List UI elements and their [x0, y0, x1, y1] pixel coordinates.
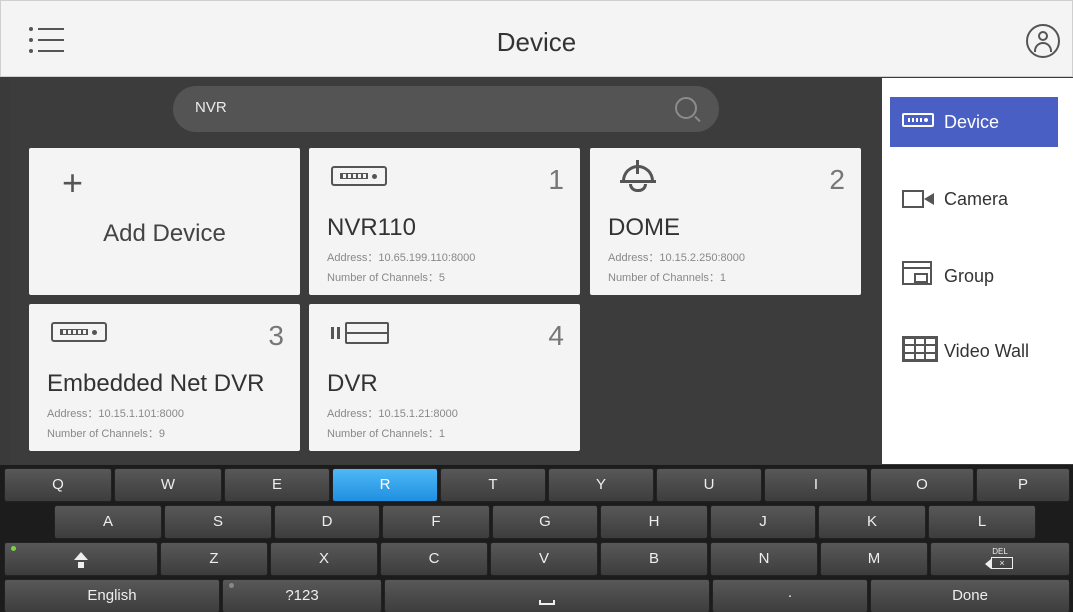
search-bar[interactable]: NVR: [173, 86, 719, 132]
device-channels: Number of Channels：1: [608, 272, 727, 284]
plus-icon: +: [62, 162, 84, 203]
key-z[interactable]: Z: [160, 542, 268, 576]
search-icon[interactable]: [675, 97, 697, 119]
sidebar-item-label: Video Wall: [944, 341, 1030, 361]
delete-key[interactable]: DEL ×: [930, 542, 1070, 576]
symbols-key[interactable]: ?123: [222, 579, 382, 612]
page-title: Device: [496, 27, 577, 57]
shift-key[interactable]: [4, 542, 158, 576]
recorder-icon: [331, 166, 387, 186]
dvr-icon: [331, 322, 391, 344]
sidebar-item-device[interactable]: Device: [890, 97, 1058, 147]
on-screen-keyboard: Q W E R T Y U I O P A S D F G H J K L Z …: [0, 465, 1073, 612]
device-index: 1: [548, 164, 564, 195]
recorder-icon: [51, 322, 107, 342]
key-v[interactable]: V: [490, 542, 598, 576]
device-icon: [902, 113, 934, 127]
key-m[interactable]: M: [820, 542, 928, 576]
key-a[interactable]: A: [54, 505, 162, 539]
space-icon: [539, 599, 555, 605]
group-icon: [902, 261, 936, 287]
space-key[interactable]: [384, 579, 710, 612]
device-card[interactable]: 2 DOME Address：10.15.2.250:8000 Number o…: [590, 148, 861, 295]
device-channels: Number of Channels：5: [327, 272, 446, 284]
device-address: Address：10.65.199.110:8000: [327, 252, 476, 264]
device-index: 4: [548, 320, 564, 351]
key-u[interactable]: U: [656, 468, 762, 502]
key-x[interactable]: X: [270, 542, 378, 576]
device-channels: Number of Channels：1: [327, 428, 446, 440]
video-wall-icon: [902, 336, 938, 362]
sidebar-item-group[interactable]: Group: [890, 251, 1058, 301]
device-card[interactable]: 1 NVR110 Address：10.65.199.110:8000 Numb…: [309, 148, 580, 295]
shift-indicator-icon: [11, 546, 16, 551]
key-d[interactable]: D: [274, 505, 380, 539]
user-icon[interactable]: [1026, 24, 1060, 58]
key-r[interactable]: R: [332, 468, 438, 502]
device-list-area: NVR + Add Device 1 NVR110 Address：10.65.…: [10, 78, 882, 464]
device-name: DVR: [327, 370, 378, 397]
sidebar: Device Camera Group Video Wall: [882, 78, 1073, 464]
key-f[interactable]: F: [382, 505, 490, 539]
shift-icon: [74, 552, 88, 561]
key-c[interactable]: C: [380, 542, 488, 576]
device-address: Address：10.15.1.101:8000: [47, 408, 184, 420]
key-b[interactable]: B: [600, 542, 708, 576]
key-l[interactable]: L: [928, 505, 1036, 539]
key-t[interactable]: T: [440, 468, 546, 502]
device-channels: Number of Channels：9: [47, 428, 166, 440]
key-y[interactable]: Y: [548, 468, 654, 502]
key-k[interactable]: K: [818, 505, 926, 539]
add-device-label: Add Device: [103, 220, 226, 247]
key-i[interactable]: I: [764, 468, 868, 502]
sidebar-item-camera[interactable]: Camera: [890, 174, 1058, 224]
device-address: Address：10.15.2.250:8000: [608, 252, 745, 264]
dome-camera-icon: [620, 160, 656, 194]
key-s[interactable]: S: [164, 505, 272, 539]
key-o[interactable]: O: [870, 468, 974, 502]
device-index: 2: [829, 164, 845, 195]
key-p[interactable]: P: [976, 468, 1070, 502]
sidebar-item-label: Group: [944, 266, 995, 286]
language-key[interactable]: English: [4, 579, 220, 612]
device-name: NVR110: [327, 214, 416, 241]
device-name: Embedded Net DVR: [47, 370, 265, 397]
add-device-card[interactable]: + Add Device: [29, 148, 300, 295]
device-address: Address：10.15.1.21:8000: [327, 408, 458, 420]
key-w[interactable]: W: [114, 468, 222, 502]
key-e[interactable]: E: [224, 468, 330, 502]
app-header: Device: [0, 0, 1073, 77]
device-index: 3: [268, 320, 284, 351]
key-j[interactable]: J: [710, 505, 816, 539]
sidebar-item-video-wall[interactable]: Video Wall: [890, 326, 1058, 376]
period-key[interactable]: ·: [712, 579, 868, 612]
symbols-label: ?123: [285, 587, 319, 604]
backspace-icon: ×: [985, 557, 1013, 569]
key-g[interactable]: G: [492, 505, 598, 539]
done-key[interactable]: Done: [870, 579, 1070, 612]
key-q[interactable]: Q: [4, 468, 112, 502]
device-name: DOME: [608, 214, 680, 241]
key-h[interactable]: H: [600, 505, 708, 539]
delete-label: DEL: [992, 547, 1008, 556]
device-card[interactable]: 3 Embedded Net DVR Address：10.15.1.101:8…: [29, 304, 300, 451]
search-input[interactable]: NVR: [195, 99, 227, 116]
key-n[interactable]: N: [710, 542, 818, 576]
device-card[interactable]: 4 DVR Address：10.15.1.21:8000 Number of …: [309, 304, 580, 451]
sidebar-item-label: Camera: [944, 189, 1009, 209]
camera-icon: [902, 190, 934, 208]
sidebar-item-label: Device: [944, 112, 1000, 132]
symbols-indicator-icon: [229, 583, 234, 588]
